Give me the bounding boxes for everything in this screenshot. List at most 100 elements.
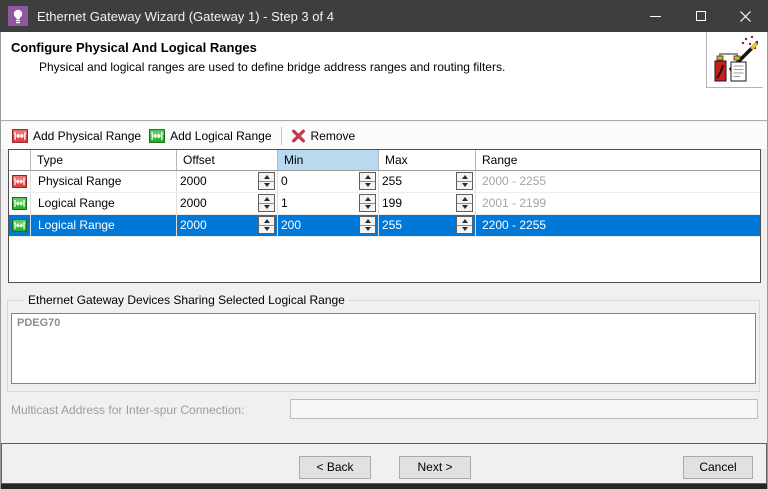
toolbar-separator bbox=[280, 126, 282, 145]
multicast-address-field bbox=[290, 399, 758, 419]
spin-down-icon[interactable] bbox=[259, 226, 274, 234]
lightbulb-icon bbox=[8, 6, 28, 26]
range-cell: 2001 - 2199 bbox=[482, 196, 547, 210]
spin-down-icon[interactable] bbox=[259, 204, 274, 212]
titlebar: Ethernet Gateway Wizard (Gateway 1) - St… bbox=[0, 0, 768, 32]
minimize-button[interactable] bbox=[633, 0, 678, 32]
column-header-min[interactable]: Min bbox=[278, 150, 379, 170]
max-value: 199 bbox=[382, 196, 403, 210]
physical-range-icon bbox=[9, 171, 31, 192]
offset-value: 2000 bbox=[180, 218, 207, 232]
min-cell[interactable]: 200 bbox=[278, 215, 379, 236]
table-row-logical-2-selected[interactable]: Logical Range 2000 200 255 2200 - 2255 bbox=[9, 215, 760, 237]
spin-up-icon[interactable] bbox=[259, 173, 274, 182]
offset-spinner[interactable] bbox=[258, 172, 275, 190]
window-body: Configure Physical And Logical Ranges Ph… bbox=[0, 32, 768, 489]
window-bottom-edge bbox=[1, 484, 767, 489]
max-cell[interactable]: 199 bbox=[379, 193, 476, 214]
min-cell[interactable]: 1 bbox=[278, 193, 379, 214]
column-header-offset[interactable]: Offset bbox=[177, 150, 278, 170]
offset-spinner[interactable] bbox=[258, 216, 275, 234]
logical-range-icon bbox=[9, 193, 31, 214]
spin-up-icon[interactable] bbox=[360, 217, 375, 226]
toolbar: Add Physical Range Add Logical Range Rem… bbox=[1, 122, 767, 149]
max-cell[interactable]: 255 bbox=[379, 171, 476, 192]
min-value: 200 bbox=[281, 218, 302, 232]
max-value: 255 bbox=[382, 218, 403, 232]
close-button[interactable] bbox=[723, 0, 768, 32]
page-subtitle: Physical and logical ranges are used to … bbox=[39, 60, 506, 74]
ranges-table: Type Offset Min Max Range Physical Range… bbox=[8, 149, 761, 283]
offset-cell[interactable]: 2000 bbox=[177, 193, 278, 214]
type-cell: Physical Range bbox=[31, 171, 177, 192]
offset-spinner[interactable] bbox=[258, 194, 275, 212]
min-cell[interactable]: 0 bbox=[278, 171, 379, 192]
column-header-range[interactable]: Range bbox=[476, 150, 760, 170]
window-title: Ethernet Gateway Wizard (Gateway 1) - St… bbox=[37, 8, 334, 24]
min-spinner[interactable] bbox=[359, 216, 376, 234]
type-cell: Logical Range bbox=[31, 193, 177, 214]
remove-x-icon bbox=[291, 129, 305, 142]
add-physical-range-label: Add Physical Range bbox=[33, 128, 142, 143]
max-value: 255 bbox=[382, 174, 403, 188]
table-row-logical-1[interactable]: Logical Range 2000 1 199 2001 - 2199 bbox=[9, 193, 760, 215]
devices-groupbox: Ethernet Gateway Devices Sharing Selecte… bbox=[7, 293, 760, 392]
spin-down-icon[interactable] bbox=[360, 204, 375, 212]
offset-value: 2000 bbox=[180, 196, 207, 210]
physical-range-icon bbox=[12, 128, 28, 143]
column-header-type[interactable]: Type bbox=[31, 150, 177, 170]
wizard-wand-icon bbox=[706, 32, 763, 88]
wizard-header: Configure Physical And Logical Ranges Ph… bbox=[1, 32, 767, 121]
min-spinner[interactable] bbox=[359, 194, 376, 212]
spin-down-icon[interactable] bbox=[259, 182, 274, 190]
spin-down-icon[interactable] bbox=[457, 226, 472, 234]
min-value: 1 bbox=[281, 196, 288, 210]
column-header-icon bbox=[9, 150, 31, 170]
add-logical-range-label: Add Logical Range bbox=[170, 128, 272, 143]
column-header-max[interactable]: Max bbox=[379, 150, 476, 170]
caption-buttons bbox=[633, 0, 768, 32]
table-row-physical[interactable]: Physical Range 2000 0 255 2000 - 2255 bbox=[9, 171, 760, 193]
logical-range-icon bbox=[149, 128, 166, 143]
add-logical-range-button[interactable]: Add Logical Range bbox=[145, 126, 275, 146]
spin-up-icon[interactable] bbox=[259, 195, 274, 204]
spin-up-icon[interactable] bbox=[457, 173, 472, 182]
max-spinner[interactable] bbox=[456, 216, 473, 234]
spin-up-icon[interactable] bbox=[360, 173, 375, 182]
wizard-window: Ethernet Gateway Wizard (Gateway 1) - St… bbox=[0, 0, 768, 489]
max-spinner[interactable] bbox=[456, 194, 473, 212]
spin-up-icon[interactable] bbox=[360, 195, 375, 204]
remove-label: Remove bbox=[310, 128, 356, 143]
remove-button[interactable]: Remove bbox=[287, 126, 360, 146]
spin-up-icon[interactable] bbox=[457, 217, 472, 226]
min-value: 0 bbox=[281, 174, 288, 188]
footer-panel: < Back Next > Cancel bbox=[1, 443, 767, 484]
range-cell: 2000 - 2255 bbox=[482, 174, 547, 188]
table-header-row: Type Offset Min Max Range bbox=[9, 150, 760, 171]
spin-down-icon[interactable] bbox=[360, 182, 375, 190]
spin-down-icon[interactable] bbox=[457, 204, 472, 212]
content-area: Type Offset Min Max Range Physical Range… bbox=[1, 149, 767, 443]
next-button[interactable]: Next > bbox=[399, 456, 471, 479]
page-title: Configure Physical And Logical Ranges bbox=[11, 40, 257, 55]
offset-value: 2000 bbox=[180, 174, 207, 188]
back-button[interactable]: < Back bbox=[299, 456, 371, 479]
maximize-icon bbox=[695, 11, 706, 21]
add-physical-range-button[interactable]: Add Physical Range bbox=[8, 126, 145, 146]
offset-cell[interactable]: 2000 bbox=[177, 215, 278, 236]
range-cell: 2200 - 2255 bbox=[482, 218, 547, 232]
min-spinner[interactable] bbox=[359, 172, 376, 190]
max-spinner[interactable] bbox=[456, 172, 473, 190]
close-icon bbox=[740, 10, 751, 22]
spin-down-icon[interactable] bbox=[457, 182, 472, 190]
logical-range-icon bbox=[9, 215, 31, 236]
offset-cell[interactable]: 2000 bbox=[177, 171, 278, 192]
devices-listbox[interactable]: PDEG70 bbox=[11, 313, 756, 384]
spin-down-icon[interactable] bbox=[360, 226, 375, 234]
spin-up-icon[interactable] bbox=[259, 217, 274, 226]
max-cell[interactable]: 255 bbox=[379, 215, 476, 236]
multicast-address-label: Multicast Address for Inter-spur Connect… bbox=[11, 403, 245, 417]
spin-up-icon[interactable] bbox=[457, 195, 472, 204]
cancel-button[interactable]: Cancel bbox=[683, 456, 753, 479]
maximize-button[interactable] bbox=[678, 0, 723, 32]
